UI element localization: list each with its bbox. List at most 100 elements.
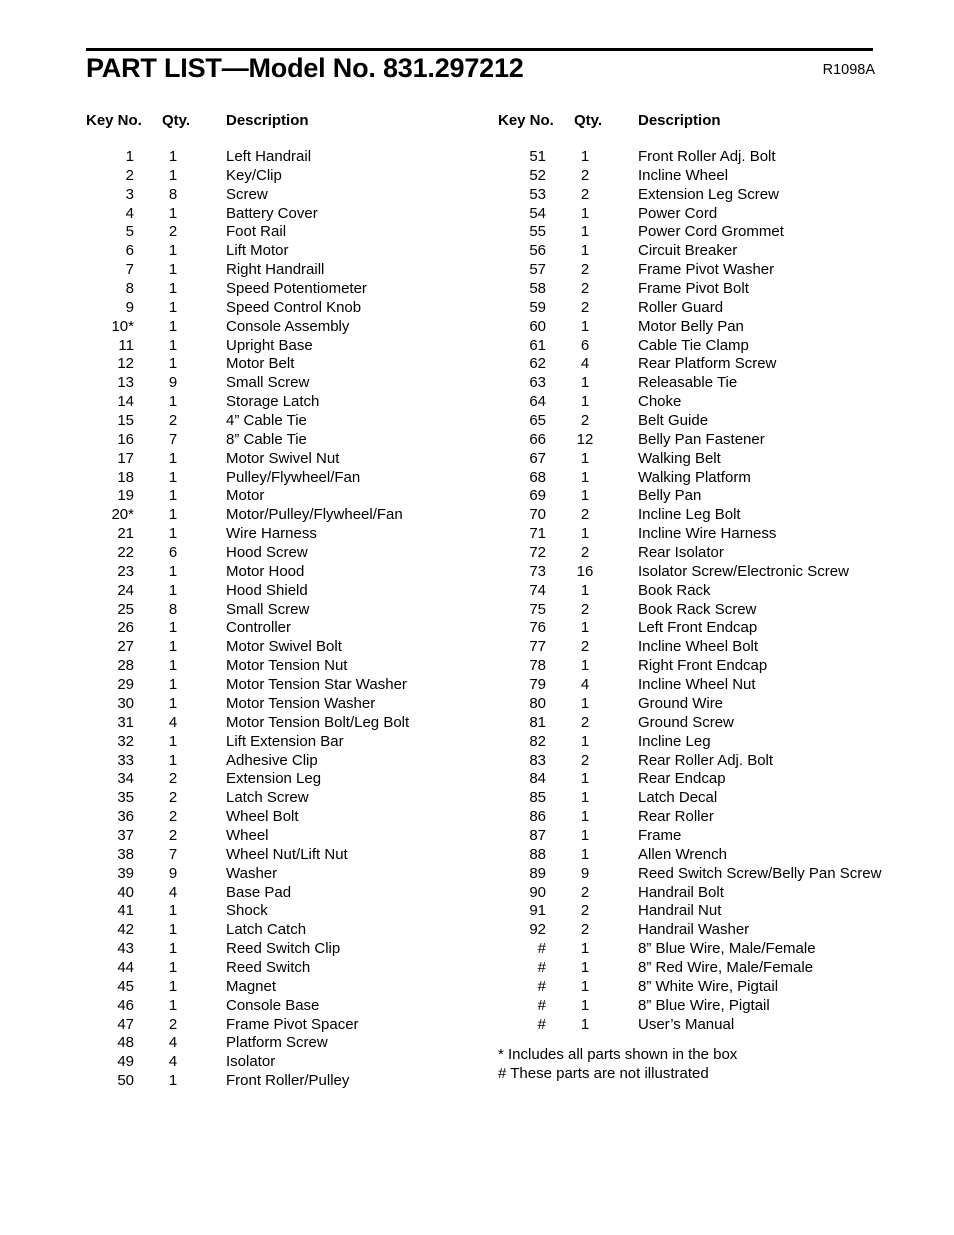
part-description: Motor Belt: [226, 355, 295, 373]
part-key-number: 67: [529, 449, 546, 467]
part-quantity: 1: [168, 921, 178, 939]
part-quantity: 1: [168, 619, 178, 637]
part-description: Motor Belly Pan: [638, 317, 744, 335]
part-description: Belly Pan: [638, 487, 702, 505]
part-quantity: 1: [168, 1072, 178, 1090]
part-quantity: 7: [168, 845, 178, 863]
part-key-number: 71: [529, 525, 546, 543]
part-quantity: 2: [168, 1015, 178, 1033]
part-key-number: 61: [529, 336, 546, 354]
table-row: 54 1 Power Cord: [498, 205, 918, 224]
part-key-number: 27: [117, 638, 134, 656]
part-description: 8” Blue Wire, Pigtail: [638, 996, 770, 1014]
table-row: 58 2 Frame Pivot Bolt: [498, 280, 918, 299]
part-key-number: 8: [125, 280, 134, 298]
part-key-number: 47: [117, 1015, 134, 1033]
part-key-number: 10*: [111, 317, 134, 335]
part-description: Rear Platform Screw: [638, 355, 777, 373]
table-row: 52 2 Incline Wheel: [498, 167, 918, 186]
part-description: Left Handrail: [226, 148, 312, 165]
part-description: Latch Screw: [226, 789, 309, 807]
table-row: 79 4 Incline Wheel Nut: [498, 676, 918, 695]
table-row: 68 1 Walking Platform: [498, 469, 918, 488]
part-quantity: 1: [580, 487, 590, 505]
part-quantity: 2: [580, 185, 590, 203]
part-quantity: 9: [168, 374, 178, 392]
part-quantity: 1: [580, 1015, 590, 1033]
part-key-number: 23: [117, 562, 134, 580]
part-quantity: 12: [576, 430, 594, 448]
part-key-number: 3: [125, 185, 134, 203]
table-row: 43 1 Reed Switch Clip: [86, 940, 486, 959]
part-key-number: 7: [125, 261, 134, 279]
part-key-number: 24: [117, 581, 134, 599]
part-quantity: 1: [580, 242, 590, 260]
part-description: Walking Belt: [638, 449, 721, 467]
part-description: Isolator: [226, 1053, 276, 1071]
part-quantity: 1: [580, 148, 590, 165]
table-row: 9 1 Speed Control Knob: [86, 299, 486, 318]
part-quantity: 1: [168, 393, 178, 411]
part-key-number: 87: [529, 826, 546, 844]
table-row: 32 1 Lift Extension Bar: [86, 733, 486, 752]
table-row: 24 1 Hood Shield: [86, 582, 486, 601]
part-description: Front Roller/Pulley: [226, 1072, 350, 1090]
part-quantity: 1: [580, 317, 590, 335]
table-row: 7 1 Right Handraill: [86, 261, 486, 280]
parts-table-right: Key No. Qty. Description 51 1 Front Roller…: [498, 112, 918, 1034]
table-row: 13 9 Small Screw: [86, 374, 486, 393]
table-row: 31 4 Motor Tension Bolt/Leg Bolt: [86, 714, 486, 733]
part-key-number: 12: [117, 355, 134, 373]
part-quantity: 1: [580, 525, 590, 543]
part-key-number: 32: [117, 732, 134, 750]
part-key-number: 55: [529, 223, 546, 241]
part-key-number: 53: [529, 185, 546, 203]
part-key-number: 22: [117, 544, 134, 562]
part-key-number: 37: [117, 826, 134, 844]
part-key-number: 91: [529, 902, 546, 920]
part-key-number: 58: [529, 280, 546, 298]
part-key-number: 56: [529, 242, 546, 260]
part-description: Motor Swivel Nut: [226, 449, 340, 467]
table-row: 28 1 Motor Tension Nut: [86, 657, 486, 676]
part-description: Frame Pivot Spacer: [226, 1015, 359, 1033]
part-key-number: 2: [125, 166, 134, 184]
table-row: 55 1 Power Cord Grommet: [498, 223, 918, 242]
part-quantity: 2: [580, 713, 590, 731]
table-row: 59 2 Roller Guard: [498, 299, 918, 318]
part-description: Left Front Endcap: [638, 619, 758, 637]
part-description: Incline Leg: [638, 732, 711, 750]
part-description: Allen Wrench: [638, 845, 727, 863]
table-row: 23 1 Motor Hood: [86, 563, 486, 582]
part-quantity: 1: [168, 638, 178, 656]
part-description: Roller Guard: [638, 298, 724, 316]
part-description: Shock: [226, 902, 268, 920]
table-row: 1 1 Left Handrail: [86, 148, 486, 167]
table-row: 85 1 Latch Decal: [498, 789, 918, 808]
part-key-number: 49: [117, 1053, 134, 1071]
part-quantity: 2: [168, 770, 178, 788]
part-quantity: 1: [168, 525, 178, 543]
table-row: 4 1 Battery Cover: [86, 205, 486, 224]
part-quantity: 2: [580, 638, 590, 656]
table-row: 48 4 Platform Screw: [86, 1034, 486, 1053]
part-description: Base Pad: [226, 883, 292, 901]
part-quantity: 2: [580, 751, 590, 769]
part-key-number: 1: [125, 148, 134, 165]
part-key-number: 4: [125, 204, 134, 222]
part-description: Extension Leg Screw: [638, 185, 779, 203]
part-key-number: 48: [117, 1034, 134, 1052]
part-description: Motor Tension Star Washer: [226, 676, 407, 694]
column-header-description: Description: [638, 112, 721, 129]
part-quantity: 1: [580, 977, 590, 995]
part-quantity: 1: [168, 732, 178, 750]
part-quantity: 1: [580, 657, 590, 675]
part-key-number: 41: [117, 902, 134, 920]
part-key-number: 39: [117, 864, 134, 882]
part-quantity: 2: [580, 883, 590, 901]
part-quantity: 1: [168, 657, 178, 675]
table-row: 83 2 Rear Roller Adj. Bolt: [498, 752, 918, 771]
part-quantity: 2: [168, 826, 178, 844]
table-row: 72 2 Rear Isolator: [498, 544, 918, 563]
table-row: 12 1 Motor Belt: [86, 355, 486, 374]
